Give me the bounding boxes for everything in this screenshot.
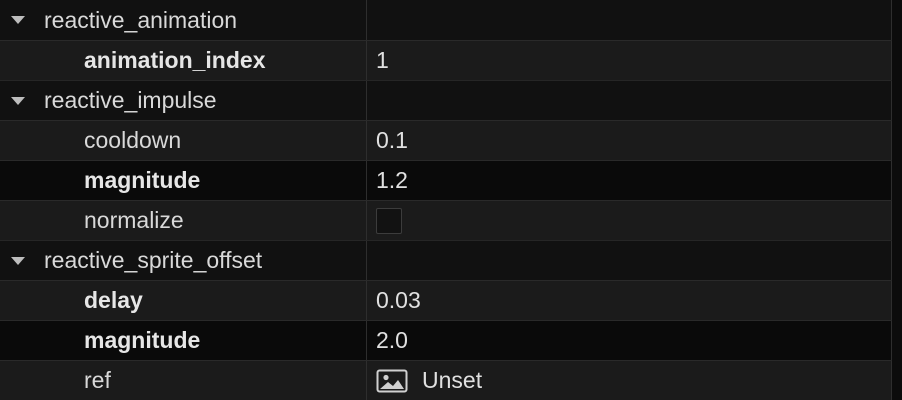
magnitude-field[interactable]: 2.0 xyxy=(366,321,892,360)
property-row-normalize[interactable]: normalize xyxy=(0,200,902,240)
property-label: normalize xyxy=(84,207,184,233)
section-reactive-sprite-offset[interactable]: reactive_sprite_offset xyxy=(0,240,902,280)
magnitude-field[interactable]: 1.2 xyxy=(366,161,892,200)
property-label: delay xyxy=(84,287,143,313)
section-value-cell xyxy=(366,0,892,40)
image-icon xyxy=(376,369,408,392)
animation-index-field[interactable]: 1 xyxy=(366,41,892,80)
property-label: ref xyxy=(84,367,111,393)
property-label: magnitude xyxy=(84,167,201,193)
chevron-down-icon[interactable] xyxy=(11,96,25,105)
section-value-cell xyxy=(366,81,892,120)
section-label: reactive_sprite_offset xyxy=(44,247,263,273)
property-row-cooldown[interactable]: cooldown 0.1 xyxy=(0,120,902,160)
chevron-down-icon[interactable] xyxy=(11,256,25,265)
chevron-down-icon[interactable] xyxy=(11,16,25,24)
normalize-checkbox[interactable] xyxy=(376,207,402,234)
section-header[interactable]: reactive_impulse xyxy=(0,81,366,120)
normalize-value-cell xyxy=(366,201,892,240)
section-label: reactive_impulse xyxy=(44,87,217,113)
property-row-delay[interactable]: delay 0.03 xyxy=(0,280,902,320)
section-reactive-animation[interactable]: reactive_animation xyxy=(0,0,902,40)
ref-resource-picker[interactable]: Unset xyxy=(366,361,892,400)
section-value-cell xyxy=(366,241,892,280)
scrollbar[interactable] xyxy=(892,0,902,400)
cooldown-field[interactable]: 0.1 xyxy=(366,121,892,160)
ref-value-label: Unset xyxy=(422,367,483,393)
section-reactive-impulse[interactable]: reactive_impulse xyxy=(0,80,902,120)
section-header[interactable]: reactive_sprite_offset xyxy=(0,241,366,280)
section-header[interactable]: reactive_animation xyxy=(0,0,366,40)
inspector-panel: reactive_animation animation_index 1 rea… xyxy=(0,0,902,400)
property-row-animation-index[interactable]: animation_index 1 xyxy=(0,40,902,80)
delay-field[interactable]: 0.03 xyxy=(366,281,892,320)
property-row-magnitude[interactable]: magnitude 1.2 xyxy=(0,160,902,200)
property-row-ref[interactable]: ref Unset xyxy=(0,360,902,400)
section-label: reactive_animation xyxy=(44,6,238,33)
property-label: animation_index xyxy=(84,47,266,73)
property-label: cooldown xyxy=(84,127,182,153)
property-row-magnitude[interactable]: magnitude 2.0 xyxy=(0,320,902,360)
property-label: magnitude xyxy=(84,327,201,353)
